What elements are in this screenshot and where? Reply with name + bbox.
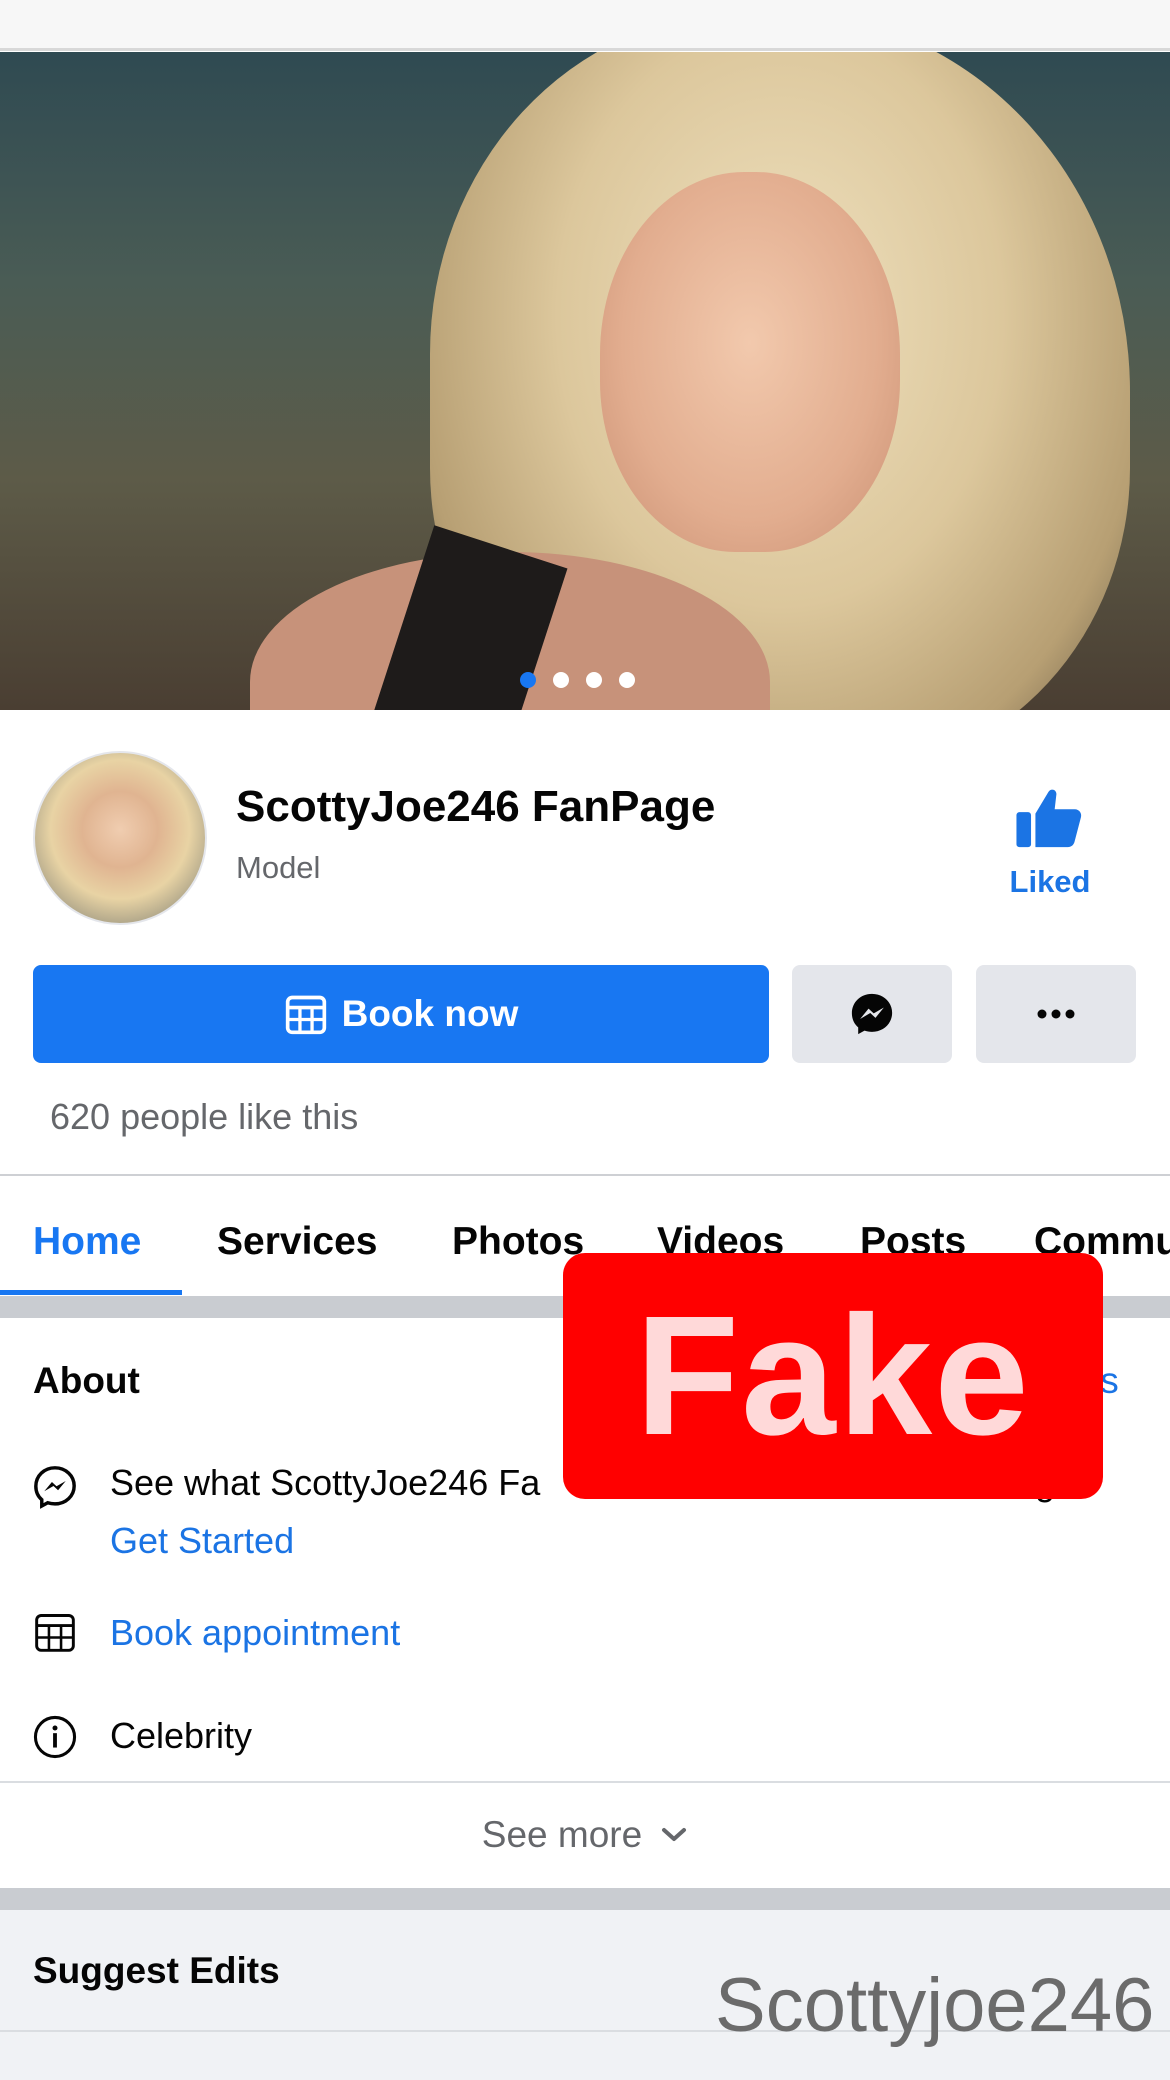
calendar-icon [285,995,326,1035]
tab-home[interactable]: Home [33,1220,141,1264]
messenger-row-text: See what ScottyJoe246 Fa [110,1462,541,1503]
page-category: Model [236,850,321,885]
page-title: ScottyJoe246 FanPage [236,782,716,831]
divider [0,1781,1170,1783]
carousel-dot[interactable] [553,672,569,688]
more-options-button[interactable] [976,965,1136,1063]
messenger-icon [851,993,893,1035]
likes-count: 620 people like this [50,1096,359,1137]
divider [0,1174,1170,1176]
tab-services[interactable]: Services [217,1220,377,1264]
suggest-edits-heading[interactable]: Suggest Edits [33,1950,280,1992]
calendar-outline-icon [30,1607,80,1657]
book-now-label: Book now [341,993,519,1034]
active-tab-indicator [0,1290,182,1295]
see-more-button[interactable]: See more [0,1785,1170,1885]
chevron-down-icon [662,1828,687,1841]
carousel-dot[interactable] [520,672,536,688]
liked-button[interactable]: Liked [995,785,1105,900]
category-row-text: Celebrity [110,1715,253,1756]
thumbs-up-icon [1016,789,1082,848]
see-more-label: See more [481,1814,643,1855]
about-heading: About [33,1360,140,1401]
cover-photo[interactable] [0,52,1170,710]
messenger-outline-icon [30,1462,80,1512]
carousel-dot[interactable] [586,672,602,688]
get-started-link[interactable]: Get Started [110,1520,294,1562]
book-now-button[interactable]: Book now [33,965,769,1063]
top-strip [0,0,1170,51]
messenger-button[interactable] [792,965,952,1063]
fake-label: Fake [635,1281,1031,1471]
watermark-text: Scottyjoe246 [715,1963,1155,2048]
more-icon [1037,1009,1075,1019]
section-separator [0,1888,1170,1910]
avatar[interactable] [33,751,207,925]
book-appointment-link[interactable]: Book appointment [110,1612,400,1654]
tab-photos[interactable]: Photos [452,1220,584,1264]
carousel-dot[interactable] [619,672,635,688]
liked-label: Liked [1009,864,1091,899]
fake-overlay-badge: Fake [563,1253,1103,1499]
carousel-dots[interactable] [520,672,635,688]
info-icon [30,1712,80,1762]
